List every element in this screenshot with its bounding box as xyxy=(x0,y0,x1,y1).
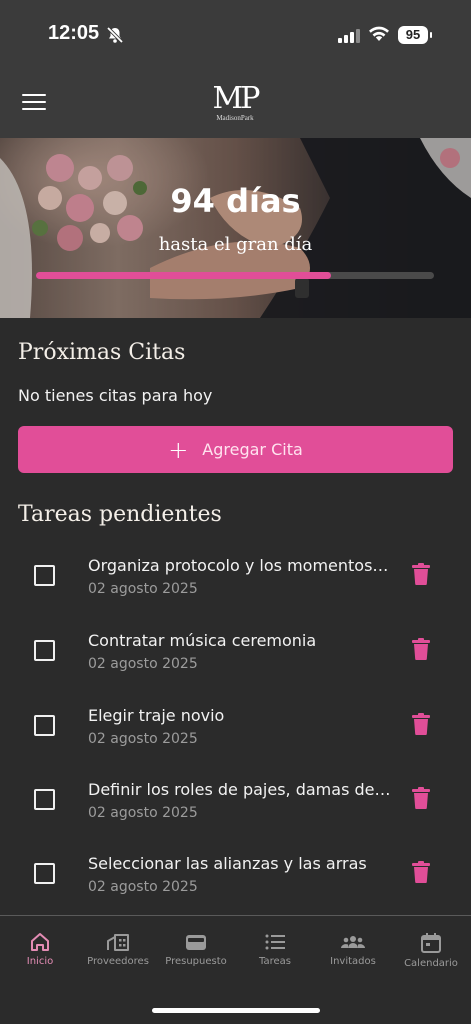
nav-item-inicio[interactable]: Inicio xyxy=(0,932,80,967)
trash-icon[interactable] xyxy=(412,713,430,739)
nav-label: Presupuesto xyxy=(165,956,227,967)
bell-slash-icon xyxy=(106,26,124,48)
trash-icon[interactable] xyxy=(412,638,430,664)
task-checkbox[interactable] xyxy=(34,789,55,810)
calendar-icon xyxy=(421,933,441,953)
task-date: 02 agosto 2025 xyxy=(88,656,198,672)
countdown-progress-fill xyxy=(36,272,331,279)
add-appointment-label: Agregar Cita xyxy=(202,440,303,459)
home-indicator[interactable] xyxy=(152,1008,320,1013)
nav-item-calendario[interactable]: Calendario xyxy=(391,932,471,969)
hero-banner: 94 días hasta el gran día xyxy=(0,138,471,318)
status-bar: 12:05 95 xyxy=(0,0,471,66)
countdown-progress xyxy=(36,272,434,279)
task-row: Organiza protocolo y los momentos especi… xyxy=(0,540,471,606)
task-checkbox[interactable] xyxy=(34,565,55,586)
tasks-title: Tareas pendientes xyxy=(18,502,222,527)
wifi-icon xyxy=(368,25,390,46)
task-title[interactable]: Contratar música ceremonia xyxy=(88,631,393,650)
countdown-days: 94 días xyxy=(170,182,301,220)
task-row: Definir los roles de pajes, damas de hon… xyxy=(0,764,471,830)
task-row: Elegir traje novio 02 agosto 2025 xyxy=(0,690,471,756)
logo-mark: MP xyxy=(212,81,261,116)
task-title[interactable]: Seleccionar las alianzas y las arras xyxy=(88,854,393,873)
nav-label: Proveedores xyxy=(87,956,149,967)
add-appointment-button[interactable]: + Agregar Cita xyxy=(18,426,453,473)
nav-item-presupuesto[interactable]: Presupuesto xyxy=(156,932,236,967)
wallet-icon xyxy=(186,935,206,950)
battery-tip xyxy=(430,32,432,38)
nav-label: Invitados xyxy=(330,956,376,967)
trash-icon[interactable] xyxy=(412,861,430,887)
app-header: MP MadisonPark xyxy=(0,66,471,138)
home-icon xyxy=(31,933,49,951)
nav-item-invitados[interactable]: Invitados xyxy=(313,932,393,967)
task-row: Seleccionar las alianzas y las arras 02 … xyxy=(0,838,471,904)
countdown-subtitle: hasta el gran día xyxy=(158,234,313,255)
appointments-title: Próximas Citas xyxy=(18,340,186,365)
task-checkbox[interactable] xyxy=(34,715,55,736)
task-date: 02 agosto 2025 xyxy=(88,879,198,895)
trash-icon[interactable] xyxy=(412,787,430,813)
task-row: Contratar música ceremonia 02 agosto 202… xyxy=(0,615,471,681)
nav-item-tareas[interactable]: Tareas xyxy=(235,932,315,967)
cellular-signal-icon xyxy=(338,28,360,47)
task-date: 02 agosto 2025 xyxy=(88,731,198,747)
nav-label: Inicio xyxy=(26,956,54,967)
task-title[interactable]: Elegir traje novio xyxy=(88,706,393,725)
trash-icon[interactable] xyxy=(412,563,430,589)
nav-item-proveedores[interactable]: Proveedores xyxy=(78,932,158,967)
people-icon xyxy=(341,936,365,948)
task-title[interactable]: Definir los roles de pajes, damas de hon… xyxy=(88,780,393,799)
list-icon xyxy=(265,934,285,950)
nav-label: Tareas xyxy=(259,956,291,967)
plus-icon: + xyxy=(168,435,189,464)
logo: MP MadisonPark xyxy=(205,81,265,123)
hero-overlay xyxy=(0,138,471,318)
menu-icon[interactable] xyxy=(22,94,46,112)
status-time: 12:05 xyxy=(48,22,100,44)
battery-icon: 95 xyxy=(398,26,428,44)
appointments-empty-text: No tienes citas para hoy xyxy=(18,386,213,405)
nav-label: Calendario xyxy=(404,958,458,969)
store-icon xyxy=(107,934,129,951)
task-checkbox[interactable] xyxy=(34,863,55,884)
task-date: 02 agosto 2025 xyxy=(88,581,198,597)
task-checkbox[interactable] xyxy=(34,640,55,661)
task-date: 02 agosto 2025 xyxy=(88,805,198,821)
task-title[interactable]: Organiza protocolo y los momentos especi… xyxy=(88,556,393,575)
